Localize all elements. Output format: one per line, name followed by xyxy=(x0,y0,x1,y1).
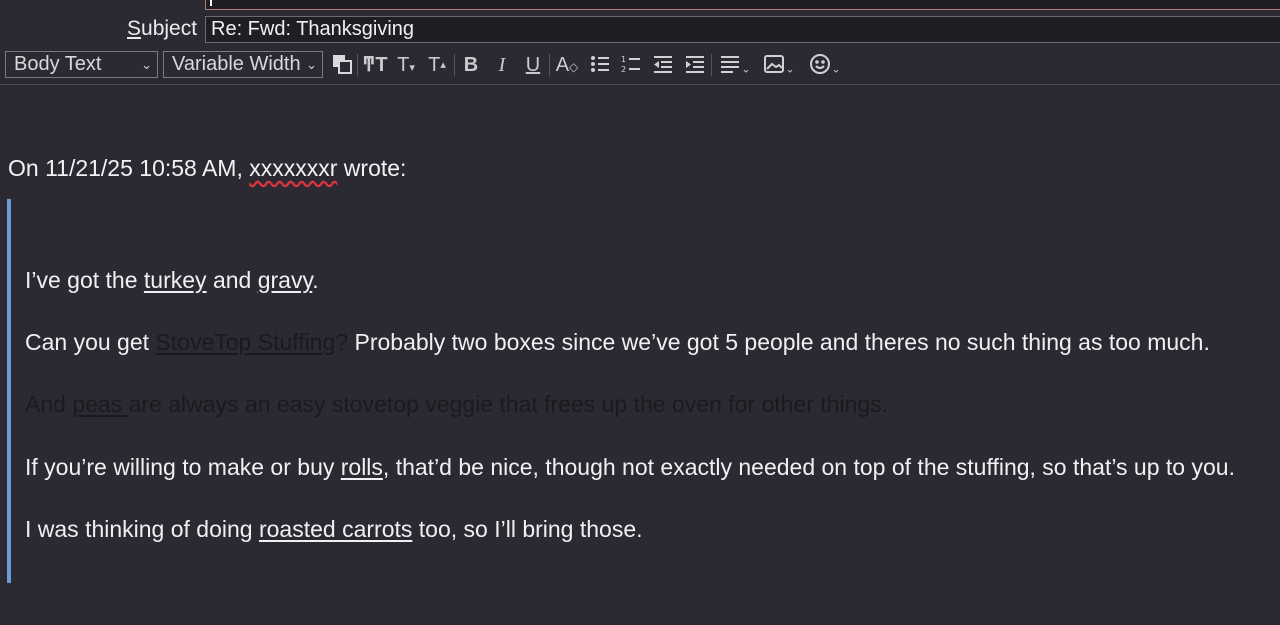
underline-icon[interactable]: U xyxy=(521,53,545,77)
text-style-icon[interactable]: A◇ xyxy=(554,53,580,77)
align-icon[interactable]: ⌄ xyxy=(716,53,754,77)
quote-bar xyxy=(7,199,11,583)
underlined-text: roasted carrots xyxy=(258,516,413,542)
emoji-icon[interactable]: ⌄ xyxy=(805,53,845,77)
outdent-icon[interactable] xyxy=(650,53,676,77)
italic-icon[interactable]: I xyxy=(490,53,514,77)
misspelled-name: xxxxxxxr xyxy=(249,155,338,181)
smaller-text-icon[interactable]: T▾ xyxy=(393,53,419,77)
underlined-text: turkey xyxy=(143,267,207,293)
numbered-list-icon[interactable]: 12 xyxy=(618,53,644,77)
subject-label: Subject xyxy=(127,17,198,40)
toolbar-separator xyxy=(454,54,455,76)
text-caret xyxy=(210,0,212,6)
bold-icon[interactable]: B xyxy=(459,53,483,77)
underlined-text: gravy xyxy=(257,267,313,293)
reply-citation: On 11/21/25 10:58 AM, xxxxxxxr wrote: xyxy=(8,155,407,181)
text-color-icon[interactable] xyxy=(330,53,354,77)
font-size-icon[interactable]: ͳT xyxy=(362,53,388,77)
larger-text-icon[interactable]: T▴ xyxy=(424,53,450,77)
svg-text:2: 2 xyxy=(621,65,626,74)
svg-text:1: 1 xyxy=(621,55,626,64)
to-field[interactable] xyxy=(205,0,1280,10)
quote-paragraph: I was thinking of doing roasted carrots … xyxy=(25,516,643,542)
bullet-list-icon[interactable] xyxy=(587,53,613,77)
underlined-text: StoveTop Stuffing xyxy=(155,329,336,355)
indent-icon[interactable] xyxy=(682,53,708,77)
font-family-select[interactable]: Variable Width ⌄ xyxy=(163,51,323,78)
toolbar-separator xyxy=(357,54,358,76)
toolbar-separator xyxy=(549,54,550,76)
underlined-text: peas xyxy=(72,391,129,417)
format-toolbar: Body Text ⌄ Variable Width ⌄ ͳT T▾ T▴ B … xyxy=(0,48,1280,85)
subject-input[interactable]: Re: Fwd: Thanksgiving xyxy=(205,16,1280,43)
quote-paragraph: Can you get StoveTop Stuffing? Probably … xyxy=(25,329,1210,355)
toolbar-separator xyxy=(711,54,712,76)
message-body[interactable]: On 11/21/25 10:58 AM, xxxxxxxr wrote: I’… xyxy=(0,85,1280,625)
quote-paragraph: I’ve got the turkey and gravy. xyxy=(25,267,319,293)
chevron-down-icon: ⌄ xyxy=(306,57,317,72)
underlined-text: rolls xyxy=(340,454,383,480)
insert-image-icon[interactable]: ⌄ xyxy=(760,53,798,77)
quote-paragraph: And peas are always an easy stovetop veg… xyxy=(25,391,889,417)
paragraph-format-select[interactable]: Body Text ⌄ xyxy=(5,51,158,78)
quote-paragraph: If you’re willing to make or buy rolls, … xyxy=(25,454,1235,480)
chevron-down-icon: ⌄ xyxy=(141,57,152,72)
compose-header: Subject Re: Fwd: Thanksgiving xyxy=(0,0,1280,48)
